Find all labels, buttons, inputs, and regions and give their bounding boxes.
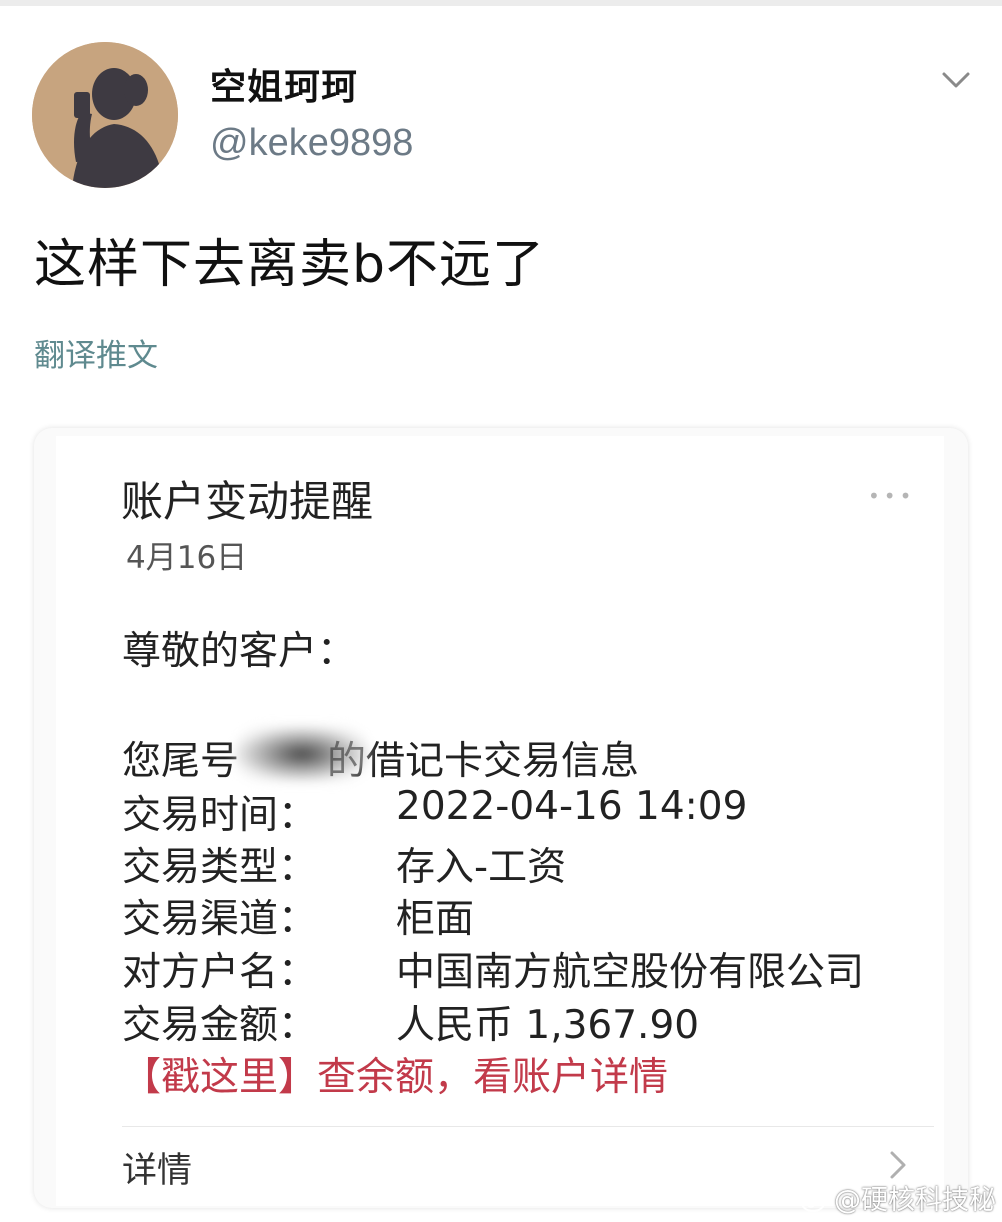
transaction-row: 对方户名： 中国南方航空股份有限公司 [122, 941, 864, 997]
row-label: 对方户名： [122, 950, 318, 995]
sms-title: 账户变动提醒 [121, 477, 374, 526]
more-options-icon[interactable]: ••• [868, 484, 915, 508]
top-divider [0, 0, 1002, 6]
weibo-icon [800, 1187, 830, 1213]
translate-post-link[interactable]: 翻译推文 [34, 330, 158, 375]
row-value: 中国南方航空股份有限公司 [396, 950, 865, 995]
transaction-row: 交易金额： 人民币 1,367.90 [122, 994, 699, 1050]
transaction-row: 交易类型： 存入-工资 [122, 836, 566, 892]
chevron-down-icon[interactable] [938, 62, 974, 98]
account-line: 您尾号 的借记卡交易信息 [122, 730, 639, 786]
redaction-blur [234, 726, 370, 782]
row-label: 交易金额： [122, 1003, 318, 1048]
post-text: 这样下去离卖b不远了 [34, 235, 546, 295]
chevron-right-icon[interactable] [880, 1148, 914, 1182]
sms-date: 4月16日 [126, 540, 248, 576]
user-handle[interactable]: @keke9898 [210, 122, 413, 165]
row-value: 存入-工资 [396, 845, 567, 890]
row-value: 2022-04-16 14:09 [396, 784, 748, 829]
avatar[interactable] [32, 42, 178, 188]
row-value: 柜面 [396, 897, 475, 942]
avatar-silhouette-icon [32, 42, 178, 188]
row-value: 人民币 1,367.90 [396, 1003, 700, 1048]
balance-link[interactable]: 【戳这里】查余额，看账户详情 [122, 1046, 668, 1102]
watermark: @硬核科技秘 [800, 1178, 996, 1217]
watermark-text: @硬核科技秘 [834, 1185, 996, 1216]
divider [122, 1126, 934, 1127]
account-prefix: 您尾号 [122, 739, 240, 784]
sms-screenshot-card: 账户变动提醒 ••• 4月16日 尊敬的客户： 您尾号 的借记卡交易信息 交易时间… [34, 428, 968, 1208]
transaction-row: 交易时间： 2022-04-16 14:09 [122, 784, 747, 840]
sms-message: 账户变动提醒 ••• 4月16日 尊敬的客户： 您尾号 的借记卡交易信息 交易时间… [56, 436, 944, 1206]
sms-greeting: 尊敬的客户： [122, 629, 357, 674]
row-label: 交易渠道： [122, 897, 318, 942]
row-label: 交易时间： [122, 793, 318, 838]
account-suffix: 的借记卡交易信息 [327, 739, 640, 784]
transaction-row: 交易渠道： 柜面 [122, 888, 474, 944]
details-label[interactable]: 详情 [122, 1142, 192, 1193]
display-name[interactable]: 空姐珂珂 [210, 58, 358, 110]
row-label: 交易类型： [122, 845, 318, 890]
